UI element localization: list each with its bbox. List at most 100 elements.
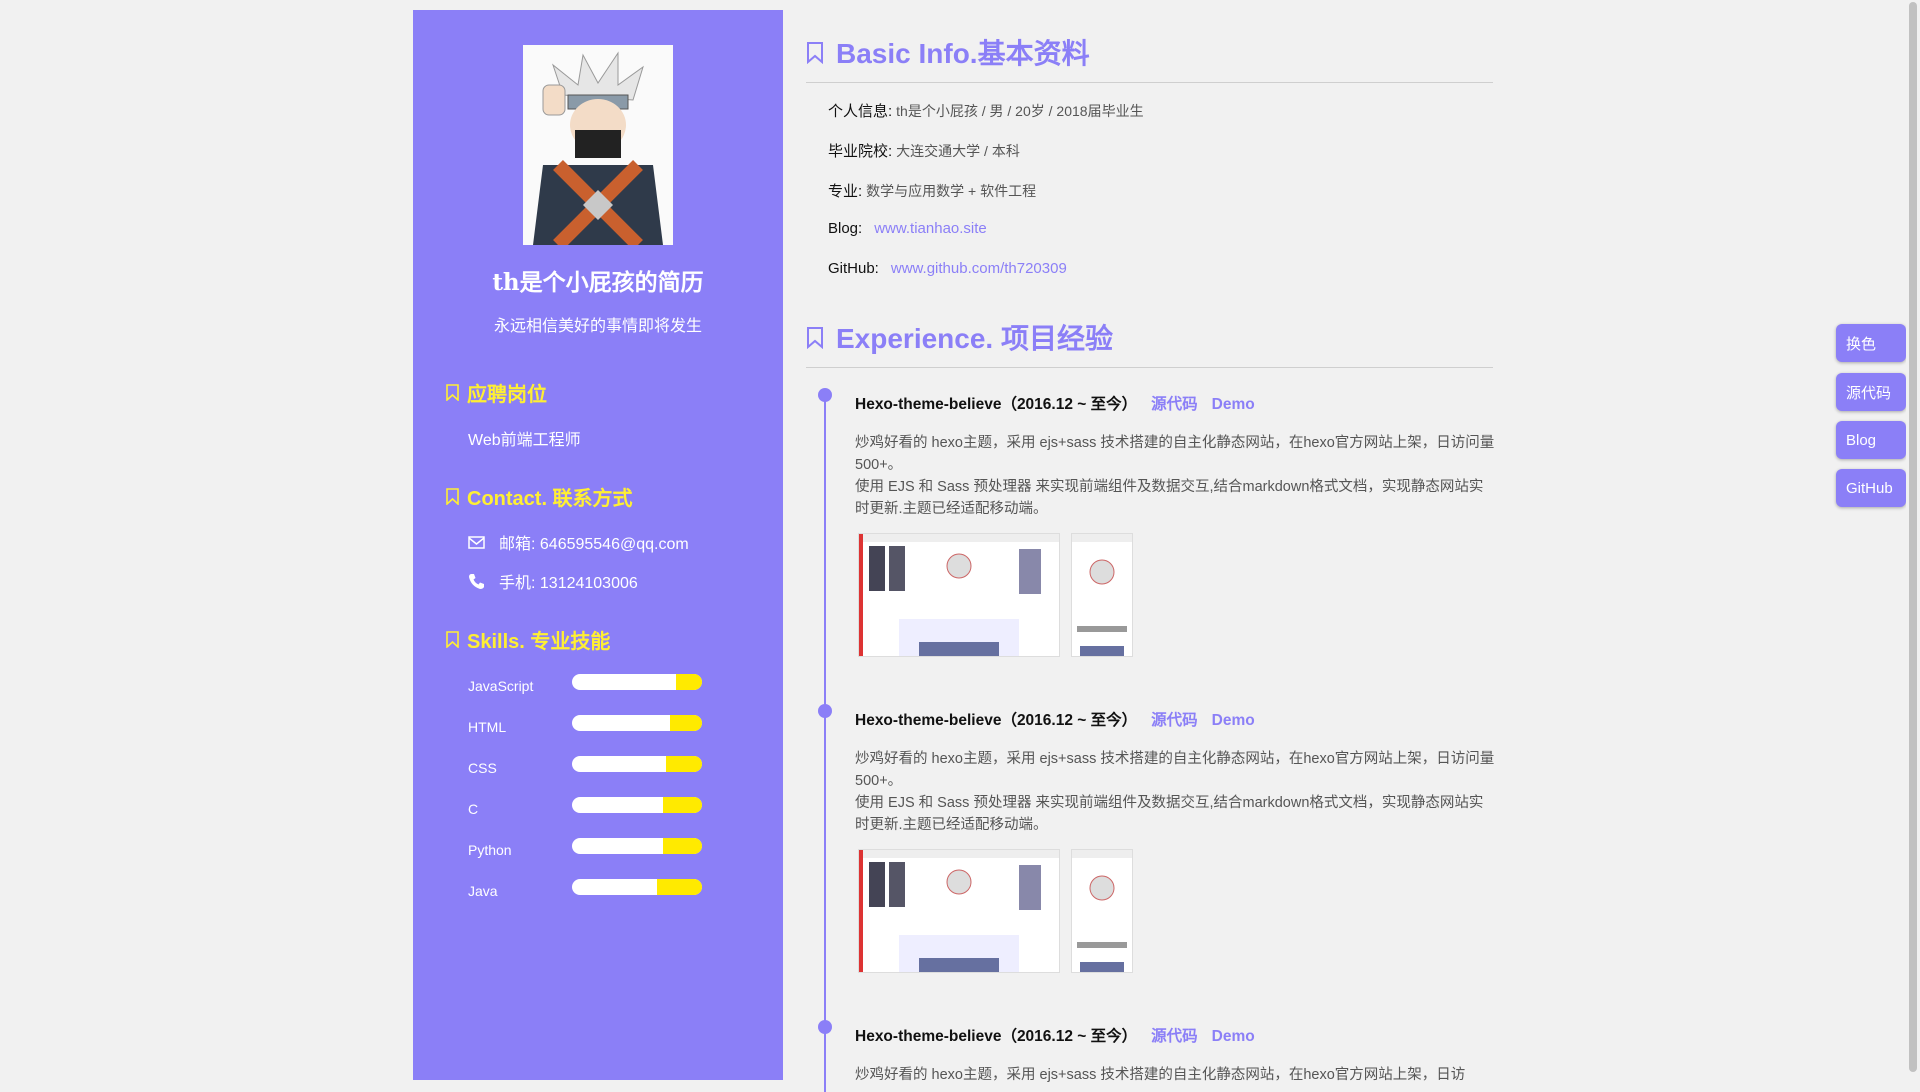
project-title: Hexo-theme-believe（2016.12 ~ 至今） bbox=[855, 396, 1138, 413]
skill-bar bbox=[572, 797, 702, 813]
phone-text: 手机: 13124103006 bbox=[499, 575, 638, 592]
timeline-dot bbox=[818, 388, 832, 402]
skill-item: HTML bbox=[468, 715, 748, 739]
blog-row: Blog: www.tianhao.site bbox=[828, 220, 987, 237]
project-desc-line: 使用 EJS 和 Sass 预处理器 来实现前端组件及数据交互,结合markdo… bbox=[855, 795, 1484, 833]
resume-sidebar: th是个小屁孩的简历 永远相信美好的事情即将发生 应聘岗位 Web前端工程师 C… bbox=[413, 10, 783, 1080]
blog-button[interactable]: Blog bbox=[1836, 421, 1906, 459]
demo-link[interactable]: Demo bbox=[1212, 712, 1255, 729]
skill-bar bbox=[572, 715, 702, 731]
bookmark-icon bbox=[807, 326, 823, 349]
timeline-dot bbox=[818, 704, 832, 718]
skill-bar-fill bbox=[656, 879, 702, 895]
personal-label: 个人信息: bbox=[828, 103, 893, 120]
skill-bar-fill bbox=[663, 797, 702, 813]
phone-row: 手机: 13124103006 bbox=[468, 569, 638, 593]
email-row: 邮箱: 646595546@qq.com bbox=[468, 530, 689, 554]
school-label: 毕业院校: bbox=[828, 143, 893, 160]
project-screenshot-image bbox=[1072, 850, 1132, 972]
basic-info-heading: Basic Info.基本资料 bbox=[806, 32, 1493, 83]
skill-item: CSS bbox=[468, 756, 748, 780]
project-screenshot-mobile bbox=[1071, 533, 1133, 657]
skill-bar bbox=[572, 756, 702, 772]
source-code-button[interactable]: 源代码 bbox=[1836, 373, 1906, 411]
github-row: GitHub: www.github.com/th720309 bbox=[828, 260, 1067, 277]
skill-name: Python bbox=[468, 842, 512, 858]
skill-name: JavaScript bbox=[468, 678, 534, 694]
skill-bar-fill bbox=[676, 674, 702, 690]
basic-info-heading-label: Basic Info.基本资料 bbox=[836, 38, 1090, 69]
project-title-row: Hexo-theme-believe（2016.12 ~ 至今） 源代码 Demo bbox=[855, 392, 1255, 414]
skill-name: HTML bbox=[468, 719, 507, 735]
project-desc-line: 炒鸡好看的 hexo主题，采用 ejs+sass 技术搭建的自主化静态网站，在h… bbox=[855, 1067, 1466, 1083]
contact-heading: Contact. 联系方式 bbox=[446, 482, 633, 511]
blog-link[interactable]: www.tianhao.site bbox=[874, 220, 987, 237]
school-value: 大连交通大学 / 本科 bbox=[896, 143, 1020, 159]
skills-heading-label: Skills. 专业技能 bbox=[467, 631, 611, 653]
project-screenshot-desktop bbox=[858, 533, 1060, 657]
source-code-link[interactable]: 源代码 bbox=[1151, 396, 1198, 413]
skill-item: C bbox=[468, 797, 748, 821]
github-button[interactable]: GitHub bbox=[1836, 469, 1906, 507]
school-row: 毕业院校: 大连交通大学 / 本科 bbox=[828, 140, 1020, 161]
skill-name: Java bbox=[468, 883, 498, 899]
avatar bbox=[523, 45, 673, 245]
github-link[interactable]: www.github.com/th720309 bbox=[891, 260, 1067, 277]
source-code-link[interactable]: 源代码 bbox=[1151, 1028, 1198, 1045]
skill-item: Python bbox=[468, 838, 748, 862]
major-row: 专业: 数学与应用数学 + 软件工程 bbox=[828, 180, 1036, 201]
timeline-dot bbox=[818, 1020, 832, 1034]
avatar-illustration bbox=[523, 45, 673, 245]
project-title: Hexo-theme-believe（2016.12 ~ 至今） bbox=[855, 1028, 1138, 1045]
project-title-row: Hexo-theme-believe（2016.12 ~ 至今） 源代码 Demo bbox=[855, 708, 1255, 730]
source-code-link[interactable]: 源代码 bbox=[1151, 712, 1198, 729]
email-text: 邮箱: 646595546@qq.com bbox=[499, 536, 689, 553]
skill-bar-fill bbox=[663, 838, 702, 854]
project-description: 炒鸡好看的 hexo主题，采用 ejs+sass 技术搭建的自主化静态网站，在h… bbox=[855, 748, 1495, 836]
major-label: 专业: bbox=[828, 183, 863, 200]
resume-main: Basic Info.基本资料 个人信息: th是个小屁孩 / 男 / 20岁 /… bbox=[783, 10, 1495, 1092]
blog-label: Blog: bbox=[828, 220, 863, 237]
skill-bar bbox=[572, 838, 702, 854]
change-color-button[interactable]: 换色 bbox=[1836, 324, 1906, 362]
personal-info-row: 个人信息: th是个小屁孩 / 男 / 20岁 / 2018届毕业生 bbox=[828, 100, 1144, 121]
skill-bar bbox=[572, 879, 702, 895]
skill-item: JavaScript bbox=[468, 674, 748, 698]
project-screenshot-image bbox=[1072, 534, 1132, 656]
bookmark-icon bbox=[446, 488, 459, 505]
position-heading: 应聘岗位 bbox=[446, 378, 547, 407]
skills-heading: Skills. 专业技能 bbox=[446, 625, 610, 654]
timeline-line bbox=[824, 392, 826, 1092]
personal-value: th是个小屁孩 / 男 / 20岁 / 2018届毕业生 bbox=[896, 103, 1144, 119]
skill-name: C bbox=[468, 801, 479, 817]
phone-icon bbox=[469, 573, 484, 589]
project-title-row: Hexo-theme-believe（2016.12 ~ 至今） 源代码 Demo bbox=[855, 1024, 1255, 1046]
experience-heading: Experience. 项目经验 bbox=[806, 317, 1493, 368]
skill-item: Java bbox=[468, 879, 748, 903]
project-desc-line: 炒鸡好看的 hexo主题，采用 ejs+sass 技术搭建的自主化静态网站，在h… bbox=[855, 435, 1495, 473]
project-screenshot-mobile bbox=[1071, 849, 1133, 973]
resume-motto: 永远相信美好的事情即将发生 bbox=[493, 318, 702, 335]
project-desc-line: 使用 EJS 和 Sass 预处理器 来实现前端组件及数据交互,结合markdo… bbox=[855, 479, 1484, 517]
position-heading-label: 应聘岗位 bbox=[467, 384, 547, 406]
skill-bar-fill bbox=[669, 715, 702, 731]
project-screenshot-desktop bbox=[858, 849, 1060, 973]
scrollbar[interactable] bbox=[1906, 0, 1920, 1080]
demo-link[interactable]: Demo bbox=[1212, 1028, 1255, 1045]
bookmark-icon bbox=[807, 41, 823, 64]
resume-title: th是个小屁孩的简历 bbox=[492, 269, 704, 296]
project-description: 炒鸡好看的 hexo主题，采用 ejs+sass 技术搭建的自主化静态网站，在h… bbox=[855, 432, 1495, 520]
bookmark-icon bbox=[446, 631, 459, 648]
project-description: 炒鸡好看的 hexo主题，采用 ejs+sass 技术搭建的自主化静态网站，在h… bbox=[855, 1064, 1495, 1086]
scrollbar-thumb[interactable] bbox=[1909, 2, 1917, 1072]
skill-bar-fill bbox=[665, 756, 702, 772]
envelope-icon bbox=[468, 535, 485, 549]
position-value: Web前端工程师 bbox=[468, 432, 581, 449]
project-screenshot-image bbox=[859, 534, 1059, 656]
major-value: 数学与应用数学 + 软件工程 bbox=[866, 183, 1037, 199]
experience-heading-label: Experience. 项目经验 bbox=[836, 323, 1113, 354]
contact-heading-label: Contact. 联系方式 bbox=[467, 488, 633, 510]
skill-bar bbox=[572, 674, 702, 690]
project-screenshot-image bbox=[859, 850, 1059, 972]
demo-link[interactable]: Demo bbox=[1212, 396, 1255, 413]
